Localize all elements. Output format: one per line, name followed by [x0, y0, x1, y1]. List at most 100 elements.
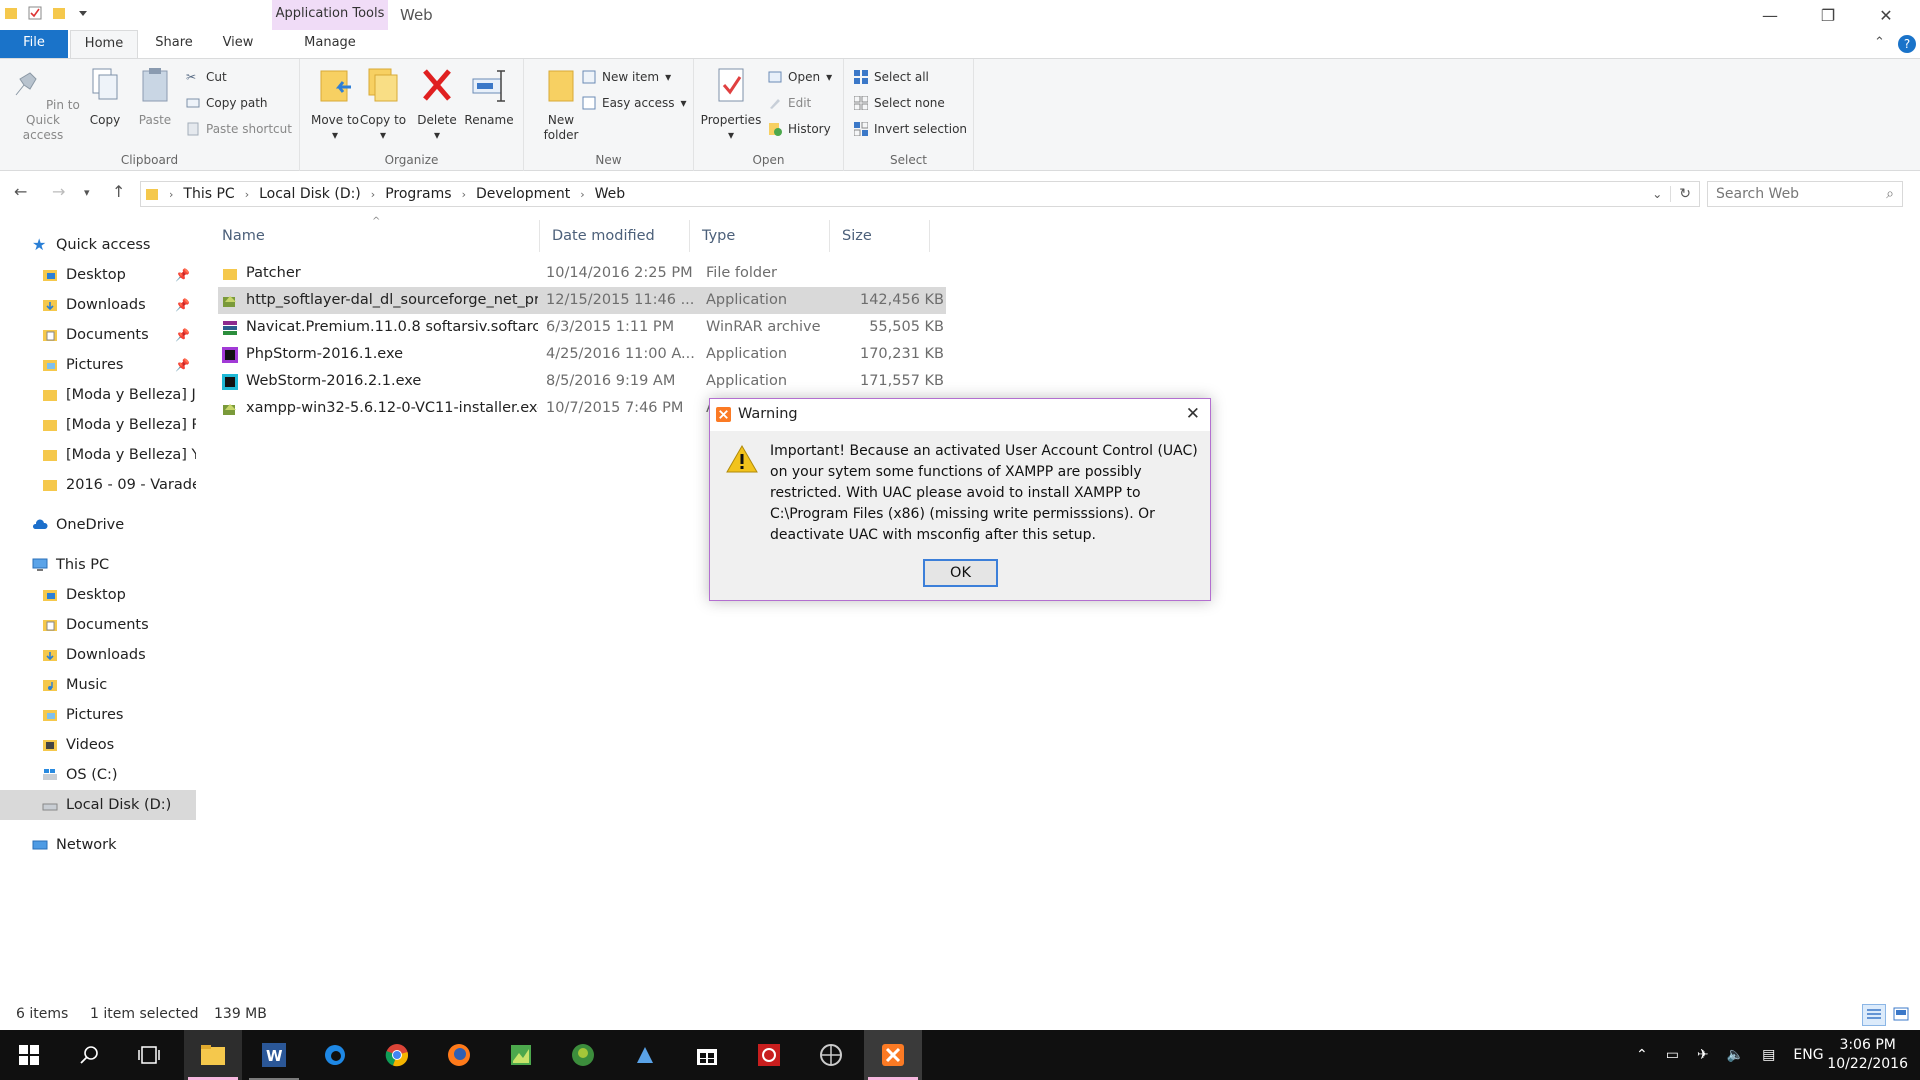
taskbar-app[interactable]	[492, 1030, 550, 1080]
file-row[interactable]: Navicat.Premium.11.0.8 softarsiv.softarc…	[218, 314, 946, 341]
minimize-button[interactable]: —	[1742, 0, 1798, 30]
taskbar-app[interactable]	[740, 1030, 798, 1080]
copy-to-button[interactable]: Copy to ▾	[356, 65, 410, 143]
dialog-close-button[interactable]: ✕	[1186, 404, 1200, 424]
battery-icon[interactable]: ▭	[1666, 1047, 1679, 1063]
customize-toolbar-icon[interactable]	[76, 6, 90, 20]
open-button[interactable]: Open ▾	[768, 67, 832, 87]
nav-pc-downloads[interactable]: Downloads	[0, 640, 196, 670]
breadcrumb-separator[interactable]: ›	[165, 188, 177, 201]
breadcrumb-local-disk[interactable]: Local Disk (D:)	[253, 186, 367, 202]
column-header-size[interactable]: Size	[830, 220, 930, 252]
nav-pc-desktop[interactable]: Desktop	[0, 580, 196, 610]
taskbar-word[interactable]: W	[245, 1030, 303, 1080]
nav-pc-pictures[interactable]: Pictures	[0, 700, 196, 730]
pin-icon[interactable]: 📌	[175, 358, 190, 372]
notifications-icon[interactable]: ▤	[1762, 1047, 1775, 1063]
edit-button[interactable]: Edit	[768, 93, 811, 113]
clock[interactable]: 3:06 PM 10/22/2016	[1827, 1036, 1908, 1074]
easy-access-button[interactable]: Easy access ▾	[582, 93, 687, 113]
copy-path-button[interactable]: Copy path	[186, 93, 268, 113]
breadcrumb-separator[interactable]: ›	[241, 188, 253, 201]
taskbar-file-explorer[interactable]	[184, 1030, 242, 1080]
taskbar-store[interactable]	[678, 1030, 736, 1080]
nav-quick-desktop[interactable]: Desktop 📌	[0, 260, 196, 290]
nav-quick-folder[interactable]: [Moda y Belleza] Ja	[0, 380, 196, 410]
refresh-icon[interactable]: ↻	[1670, 186, 1699, 202]
file-row[interactable]: WebStorm-2016.2.1.exe 8/5/2016 9:19 AM A…	[218, 368, 946, 395]
tab-view[interactable]: View	[210, 30, 266, 58]
properties-icon[interactable]	[28, 6, 42, 20]
nav-pc-local-disk[interactable]: Local Disk (D:)	[0, 790, 196, 820]
breadcrumb-development[interactable]: Development	[470, 186, 576, 202]
pin-icon[interactable]: 📌	[175, 328, 190, 342]
pin-to-quick-access-button[interactable]: Pin to Quick access	[6, 65, 80, 143]
tab-file[interactable]: File	[0, 30, 68, 58]
volume-icon[interactable]: 🔈	[1727, 1047, 1744, 1063]
rename-button[interactable]: Rename	[462, 65, 516, 128]
move-to-button[interactable]: Move to ▾	[308, 65, 362, 143]
column-header-type[interactable]: Type	[690, 220, 830, 252]
history-button[interactable]: History	[768, 119, 831, 139]
ok-button[interactable]: OK	[923, 559, 998, 587]
folder-icon[interactable]	[4, 6, 18, 20]
paste-button[interactable]: Paste	[128, 65, 182, 128]
nav-pc-documents[interactable]: Documents	[0, 610, 196, 640]
nav-network[interactable]: Network	[0, 830, 196, 860]
breadcrumb-programs[interactable]: Programs	[379, 186, 457, 202]
pin-icon[interactable]: 📌	[175, 298, 190, 312]
up-button[interactable]: ↑	[112, 182, 125, 201]
breadcrumb-separator[interactable]: ›	[576, 188, 588, 201]
copy-button[interactable]: Copy	[78, 65, 132, 128]
nav-onedrive[interactable]: OneDrive	[0, 510, 196, 540]
help-icon[interactable]: ?	[1898, 35, 1916, 53]
back-button[interactable]: ←	[14, 182, 27, 201]
nav-quick-folder[interactable]: [Moda y Belleza] Yu	[0, 440, 196, 470]
tab-home[interactable]: Home	[70, 30, 138, 59]
breadcrumb-web[interactable]: Web	[589, 186, 632, 202]
large-icons-view-button[interactable]	[1890, 1004, 1914, 1026]
breadcrumb-separator[interactable]: ›	[458, 188, 470, 201]
new-item-button[interactable]: New item ▾	[582, 67, 671, 87]
airplane-mode-icon[interactable]: ✈	[1697, 1047, 1709, 1063]
show-hidden-icons-icon[interactable]: ⌃	[1636, 1047, 1648, 1063]
delete-button[interactable]: Delete ▾	[410, 65, 464, 143]
paste-shortcut-button[interactable]: Paste shortcut	[186, 119, 292, 139]
nav-pc-music[interactable]: Music	[0, 670, 196, 700]
forward-button[interactable]: →	[52, 182, 65, 201]
pin-icon[interactable]: 📌	[175, 268, 190, 282]
taskbar-edge[interactable]	[306, 1030, 364, 1080]
recent-locations-button[interactable]: ▾	[84, 186, 90, 199]
breadcrumb-separator[interactable]: ›	[367, 188, 379, 201]
address-dropdown-icon[interactable]: ⌄	[1644, 187, 1670, 201]
search-button[interactable]	[60, 1030, 118, 1080]
breadcrumb-this-pc[interactable]: This PC	[177, 186, 240, 202]
nav-this-pc[interactable]: This PC	[0, 550, 196, 580]
nav-quick-access[interactable]: ★ Quick access	[0, 230, 196, 260]
nav-quick-downloads[interactable]: Downloads 📌	[0, 290, 196, 320]
taskbar-app[interactable]	[616, 1030, 674, 1080]
task-view-button[interactable]	[120, 1030, 178, 1080]
details-view-button[interactable]	[1862, 1004, 1886, 1026]
select-none-button[interactable]: Select none	[854, 93, 945, 113]
taskbar-chrome[interactable]	[368, 1030, 426, 1080]
tab-share[interactable]: Share	[144, 30, 204, 58]
nav-pc-os-drive[interactable]: OS (C:)	[0, 760, 196, 790]
taskbar-firefox[interactable]	[430, 1030, 488, 1080]
maximize-button[interactable]: ❐	[1800, 0, 1856, 30]
dialog-title-bar[interactable]: Warning ✕	[710, 399, 1210, 431]
start-button[interactable]	[0, 1030, 58, 1080]
address-bar[interactable]: › This PC › Local Disk (D:) › Programs ›…	[140, 181, 1700, 207]
new-folder-icon[interactable]	[52, 6, 66, 20]
nav-quick-documents[interactable]: Documents 📌	[0, 320, 196, 350]
properties-button[interactable]: Properties ▾	[698, 65, 764, 143]
collapse-ribbon-icon[interactable]: ⌃	[1874, 35, 1885, 50]
nav-pc-videos[interactable]: Videos	[0, 730, 196, 760]
select-all-button[interactable]: Select all	[854, 67, 929, 87]
file-row[interactable]: PhpStorm-2016.1.exe 4/25/2016 11:00 A...…	[218, 341, 946, 368]
tab-manage[interactable]: Manage	[272, 30, 388, 58]
invert-selection-button[interactable]: Invert selection	[854, 119, 967, 139]
nav-quick-folder[interactable]: [Moda y Belleza] Ro	[0, 410, 196, 440]
close-button[interactable]: ✕	[1858, 0, 1914, 30]
nav-quick-folder[interactable]: 2016 - 09 - Varadero	[0, 470, 196, 500]
